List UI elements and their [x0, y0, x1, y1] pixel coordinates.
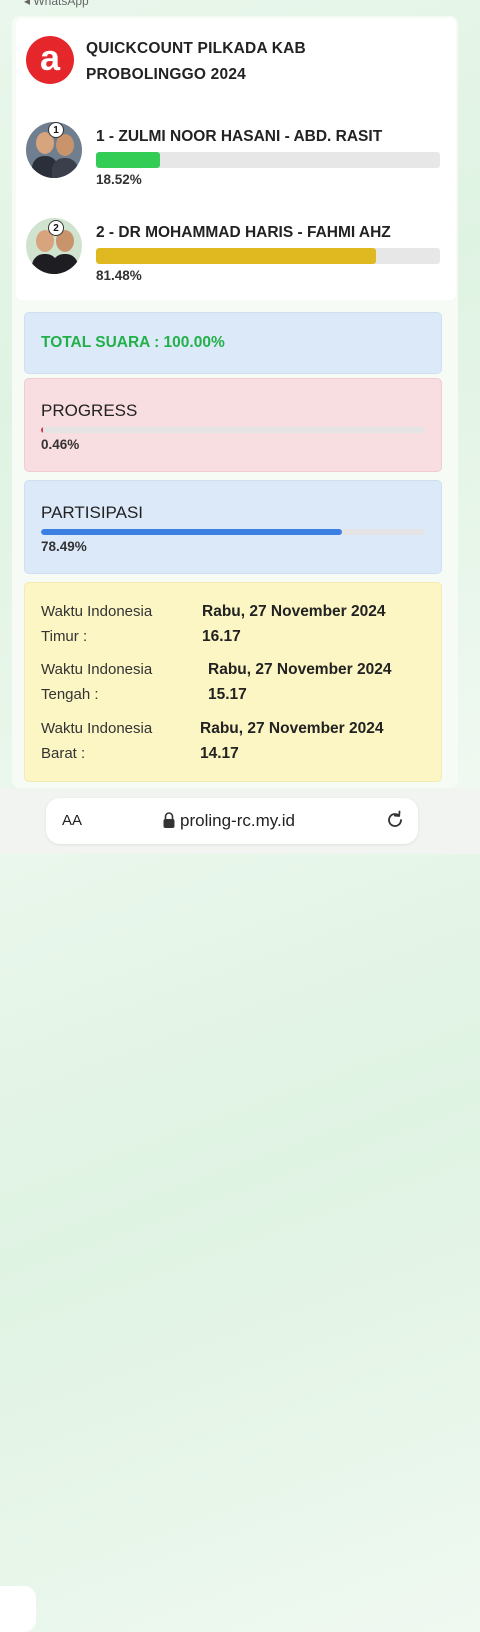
time-zone-label: Waktu Indonesia Tengah : [41, 661, 153, 703]
candidate-row-1: 1 1 - ZULMI NOOR HASANI - ABD. RASIT 18.… [26, 122, 446, 187]
logo-letter: a [39, 37, 61, 78]
previous-tab-edge[interactable] [0, 1586, 36, 1632]
candidate-name: 1 - ZULMI NOOR HASANI - ABD. RASIT [96, 128, 383, 145]
candidate-vote-bar-fill [96, 152, 160, 168]
app-logo: a [26, 36, 74, 84]
progress-bar [41, 427, 425, 433]
participation-bar [41, 529, 425, 535]
candidate-percent: 18.52% [96, 172, 142, 187]
total-votes-label: TOTAL SUARA : 100.00% [41, 334, 225, 351]
time-row-wita: Waktu Indonesia Tengah : Rabu, 27 Novemb… [41, 657, 431, 707]
time-date: Rabu, 27 November 2024 [202, 603, 386, 620]
time-clock: 14.17 [200, 745, 239, 762]
participation-percent: 78.49% [41, 539, 87, 554]
update-times-box: Waktu Indonesia Timur : Rabu, 27 Novembe… [24, 582, 442, 782]
candidate-name: 2 - DR MOHAMMAD HARIS - FAHMI AHZ [96, 224, 391, 241]
progress-heading: PROGRESS [41, 401, 138, 420]
page-title: QUICKCOUNT PILKADA KAB PROBOLINGGO 2024 [86, 40, 306, 83]
candidate-vote-bar [96, 248, 440, 264]
candidate-number-badge: 1 [48, 122, 64, 138]
aa-label: AA [62, 812, 83, 829]
candidate-vote-bar-fill [96, 248, 377, 264]
reload-icon[interactable] [384, 809, 406, 831]
progress-percent: 0.46% [41, 437, 80, 452]
time-zone-label: Waktu Indonesia Barat : [41, 720, 153, 762]
back-to-whatsapp-link[interactable]: ◂ WhatsApp [24, 0, 89, 8]
url-text[interactable]: proling-rc.my.id [180, 811, 295, 831]
lock-icon [163, 812, 175, 828]
progress-box: PROGRESS 0.46% [24, 378, 442, 472]
total-votes-box: TOTAL SUARA : 100.00% [24, 312, 442, 374]
time-clock: 15.17 [208, 686, 247, 703]
address-bar[interactable]: AA proling-rc.my.id [46, 798, 418, 844]
participation-heading: PARTISIPASI [41, 503, 144, 522]
time-row-wit: Waktu Indonesia Timur : Rabu, 27 Novembe… [41, 599, 431, 649]
browser-toolbar: AA proling-rc.my.id [0, 788, 480, 1632]
candidate-percent: 81.48% [96, 268, 142, 283]
candidate-row-2: 2 2 - DR MOHAMMAD HARIS - FAHMI AHZ 81.4… [26, 218, 446, 283]
time-clock: 16.17 [202, 628, 241, 645]
candidate-vote-bar [96, 152, 440, 168]
time-date: Rabu, 27 November 2024 [208, 661, 392, 678]
reader-text-size-button[interactable]: AA [62, 812, 82, 829]
progress-bar-fill [41, 427, 43, 433]
candidate-number-badge: 2 [48, 220, 64, 236]
time-date: Rabu, 27 November 2024 [200, 720, 384, 737]
time-zone-label: Waktu Indonesia Timur : [41, 603, 153, 645]
participation-box: PARTISIPASI 78.49% [24, 480, 442, 574]
time-row-wib: Waktu Indonesia Barat : Rabu, 27 Novembe… [41, 716, 431, 766]
participation-bar-fill [41, 529, 343, 535]
